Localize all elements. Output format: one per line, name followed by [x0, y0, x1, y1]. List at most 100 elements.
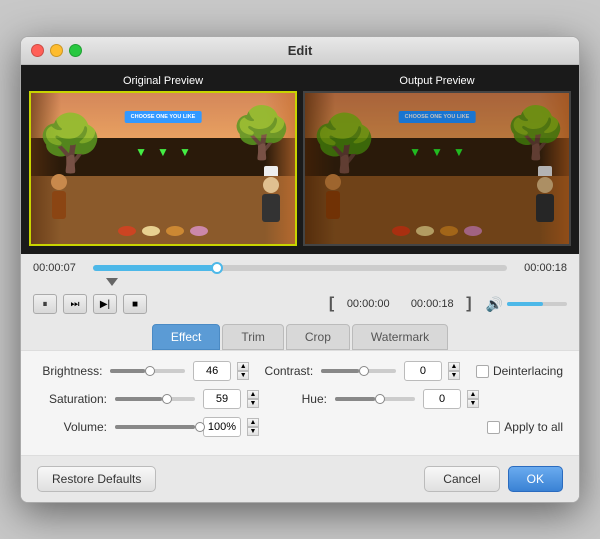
brightness-up[interactable]: ▲	[237, 362, 249, 371]
original-preview-panel: Original Preview 🌳 🌳 CHOOSE ONE YOU LIKE	[29, 73, 297, 246]
time-end-input[interactable]	[402, 298, 462, 310]
contrast-down[interactable]: ▼	[448, 371, 460, 380]
output-tree-shape-right: 🌳	[505, 108, 567, 158]
contrast-value[interactable]	[404, 361, 442, 381]
saturation-thumb[interactable]	[162, 394, 172, 404]
window-controls	[31, 44, 82, 57]
stop-button[interactable]: ■	[123, 294, 147, 314]
contrast-up[interactable]: ▲	[448, 362, 460, 371]
char-native	[51, 174, 67, 219]
playhead-arrow	[106, 278, 118, 286]
contrast-thumb[interactable]	[359, 366, 369, 376]
action-buttons: Cancel OK	[424, 466, 563, 492]
hue-value[interactable]	[423, 389, 461, 409]
minimize-button[interactable]	[50, 44, 63, 57]
tab-watermark[interactable]: Watermark	[352, 324, 448, 350]
tab-trim[interactable]: Trim	[222, 324, 284, 350]
original-preview-label: Original Preview	[29, 73, 297, 91]
saturation-stepper[interactable]: ▲ ▼	[247, 390, 259, 408]
timeline-thumb[interactable]	[211, 262, 223, 274]
volume-row: Volume: ▲ ▼ Apply to all	[37, 417, 563, 437]
titlebar: Edit	[21, 37, 579, 65]
effect-panel: Brightness: ▲ ▼ Contrast: ▲	[21, 350, 579, 455]
brightness-value[interactable]	[193, 361, 231, 381]
food-row	[118, 226, 208, 236]
volume-value[interactable]	[203, 417, 241, 437]
tree-shape-right: 🌳	[231, 108, 293, 158]
brightness-label: Brightness:	[37, 364, 102, 378]
hue-down[interactable]: ▼	[467, 399, 479, 408]
brightness-down[interactable]: ▼	[237, 371, 249, 380]
volume-fill	[507, 302, 543, 306]
hue-slider[interactable]	[335, 397, 415, 401]
time-range: [ ]	[329, 295, 472, 313]
playback-controls: ⏸ ⏭ ▶| ■ [ ] 🔊	[21, 290, 579, 318]
contrast-slider[interactable]	[321, 369, 396, 373]
maximize-button[interactable]	[69, 44, 82, 57]
saturation-slider[interactable]	[115, 397, 195, 401]
time-start-input[interactable]	[338, 298, 398, 310]
saturation-up[interactable]: ▲	[247, 390, 259, 399]
volume-icon: 🔊	[486, 296, 503, 313]
saturation-down[interactable]: ▼	[247, 399, 259, 408]
arrows: ▼ ▼ ▼	[135, 145, 191, 159]
output-tree-shape-left: 🌳	[310, 116, 378, 171]
step-forward-button[interactable]: ▶|	[93, 294, 117, 314]
volume-control: 🔊	[486, 296, 567, 313]
apply-all-group: Apply to all	[487, 420, 563, 434]
saturation-hue-row: Saturation: ▲ ▼ Hue: ▲ ▼	[37, 389, 563, 409]
volume-effect-thumb[interactable]	[195, 422, 205, 432]
apply-all-label: Apply to all	[504, 420, 563, 434]
output-char-pilgrim	[536, 166, 554, 222]
volume-stepper[interactable]: ▲ ▼	[247, 418, 259, 436]
output-food-row	[392, 226, 482, 236]
brightness-thumb[interactable]	[145, 366, 155, 376]
timeline-arrow-row	[21, 278, 579, 290]
hue-up[interactable]: ▲	[467, 390, 479, 399]
bracket-open: [	[329, 295, 334, 313]
arrow3: ▼	[179, 145, 191, 159]
volume-track[interactable]	[507, 302, 567, 306]
output-preview-panel: Output Preview 🌳 🌳 CHOOSE ONE YOU LIKE ▼…	[303, 73, 571, 246]
timeline-fill	[93, 265, 217, 271]
hue-thumb[interactable]	[375, 394, 385, 404]
output-banner: CHOOSE ONE YOU LIKE	[399, 111, 476, 123]
contrast-label: Contrast:	[257, 364, 313, 378]
volume-effect-slider[interactable]	[115, 425, 195, 429]
cancel-button[interactable]: Cancel	[424, 466, 499, 492]
output-arrows: ▼ ▼ ▼	[409, 145, 465, 159]
volume-up[interactable]: ▲	[247, 418, 259, 427]
deinterlacing-checkbox[interactable]	[476, 365, 489, 378]
tab-effect[interactable]: Effect	[152, 324, 220, 350]
brightness-fill	[110, 369, 144, 373]
controls-area: 00:00:07 00:00:18 ⏸ ⏭ ▶| ■ [ ] 🔊	[21, 254, 579, 502]
contrast-stepper[interactable]: ▲ ▼	[448, 362, 460, 380]
deinterlacing-label: Deinterlacing	[493, 364, 563, 378]
timeline-track[interactable]	[93, 265, 507, 271]
arrow2: ▼	[157, 145, 169, 159]
hue-stepper[interactable]: ▲ ▼	[467, 390, 479, 408]
output-preview-label: Output Preview	[303, 73, 571, 91]
pause-button[interactable]: ⏸	[33, 294, 57, 314]
tab-crop[interactable]: Crop	[286, 324, 350, 350]
bracket-close: ]	[466, 295, 471, 313]
brightness-slider[interactable]	[110, 369, 185, 373]
close-button[interactable]	[31, 44, 44, 57]
tab-row: Effect Trim Crop Watermark	[21, 318, 579, 350]
saturation-fill	[115, 397, 162, 401]
preview-area: Original Preview 🌳 🌳 CHOOSE ONE YOU LIKE	[21, 65, 579, 254]
banner: CHOOSE ONE YOU LIKE	[125, 111, 202, 123]
volume-down[interactable]: ▼	[247, 427, 259, 436]
next-frame-button[interactable]: ⏭	[63, 294, 87, 314]
bottom-bar: Restore Defaults Cancel OK	[21, 455, 579, 502]
window-title: Edit	[288, 43, 313, 58]
saturation-value[interactable]	[203, 389, 241, 409]
apply-all-checkbox[interactable]	[487, 421, 500, 434]
brightness-stepper[interactable]: ▲ ▼	[237, 362, 249, 380]
hue-fill	[335, 397, 375, 401]
hue-label: Hue:	[267, 392, 327, 406]
restore-defaults-button[interactable]: Restore Defaults	[37, 466, 156, 492]
contrast-fill	[321, 369, 358, 373]
end-time: 00:00:18	[515, 262, 567, 274]
ok-button[interactable]: OK	[508, 466, 563, 492]
